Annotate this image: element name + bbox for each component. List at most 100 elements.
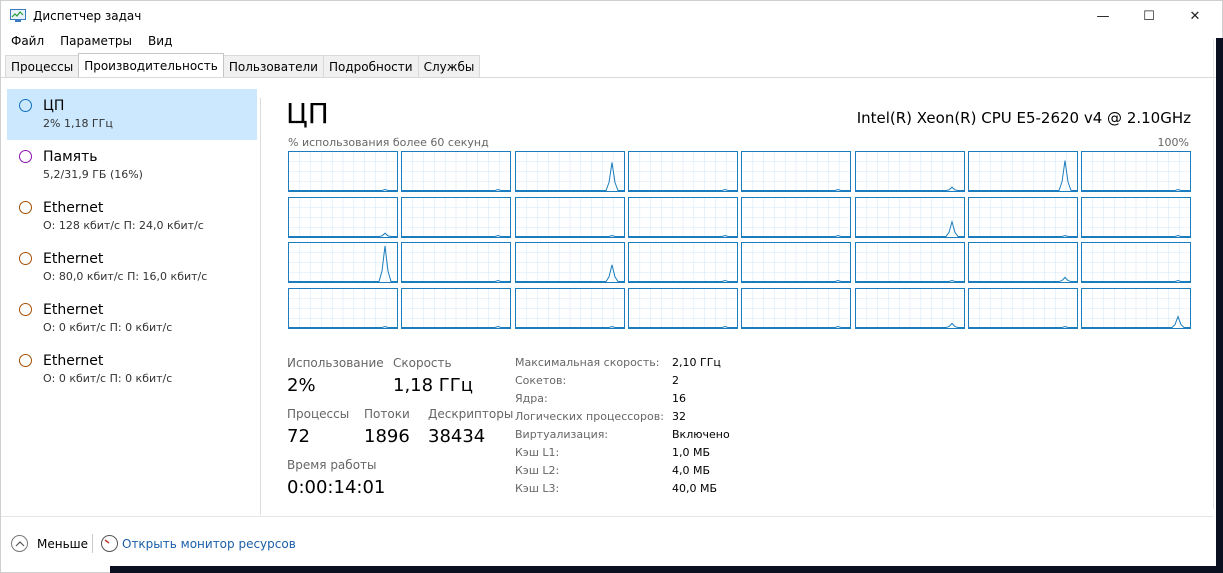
tab-users[interactable]: Пользователи	[222, 55, 324, 77]
spec-value: 1,0 МБ	[672, 446, 711, 459]
sidebar-item-detail: О: 80,0 кбит/с П: 16,0 кбит/с	[43, 270, 208, 283]
logical-processor-graph	[288, 288, 398, 330]
sidebar-item-cpu[interactable]: ЦП 2% 1,18 ГГц	[7, 89, 257, 140]
speed-label: Скорость	[393, 356, 452, 370]
tab-performance[interactable]: Производительность	[78, 53, 224, 77]
resource-monitor-icon[interactable]	[101, 535, 118, 552]
footer-separator	[92, 534, 93, 553]
logical-processor-graph	[1081, 151, 1192, 192]
spec-value: 2	[672, 374, 679, 387]
desktop-background	[1216, 38, 1223, 573]
spec-label: Максимальная скорость:	[515, 356, 660, 369]
ethernet-indicator-icon	[19, 354, 32, 367]
logical-processor-graph	[401, 196, 512, 238]
cpu-indicator-icon	[19, 99, 32, 112]
tab-strip: Процессы Производительность Пользователи…	[5, 53, 481, 77]
logical-processor-graph	[1081, 288, 1192, 330]
sidebar-item-ethernet-3[interactable]: Ethernet О: 0 кбит/с П: 0 кбит/с	[7, 293, 257, 344]
ethernet-indicator-icon	[19, 252, 32, 265]
tab-services[interactable]: Службы	[417, 55, 481, 77]
maximize-button[interactable]: ☐	[1126, 1, 1172, 32]
spec-value: 2,10 ГГц	[672, 356, 721, 369]
sidebar-item-detail: О: 128 кбит/с П: 24,0 кбит/с	[43, 219, 204, 232]
logical-processor-graph	[401, 151, 512, 192]
uptime-value: 0:00:14:01	[287, 477, 386, 498]
logical-processor-graph	[741, 242, 852, 284]
spec-label: Кэш L2:	[515, 464, 560, 477]
sidebar-item-ethernet-1[interactable]: Ethernet О: 128 кбит/с П: 24,0 кбит/с	[7, 191, 257, 242]
title-bar[interactable]: Диспетчер задач — ☐ ✕	[1, 1, 1222, 32]
spec-label: Ядра:	[515, 392, 548, 405]
logical-processor-graph	[854, 242, 965, 284]
open-resource-monitor-link[interactable]: Открыть монитор ресурсов	[122, 537, 296, 551]
tab-processes[interactable]: Процессы	[5, 55, 80, 77]
window-title: Диспетчер задач	[33, 9, 142, 23]
task-manager-icon	[10, 9, 26, 22]
ethernet-indicator-icon	[19, 303, 32, 316]
logical-processor-graph	[514, 288, 625, 330]
spec-value: 32	[672, 410, 686, 423]
logical-processor-graph	[627, 242, 738, 284]
tab-details[interactable]: Подробности	[322, 55, 419, 77]
sidebar-item-name: Ethernet	[43, 200, 104, 216]
logical-processor-graphs	[288, 151, 1192, 330]
sidebar-item-detail: 5,2/31,9 ГБ (16%)	[43, 168, 143, 181]
usage-value: 2%	[287, 375, 316, 396]
logical-processor-graph	[967, 242, 1078, 284]
logical-processor-graph	[854, 196, 965, 238]
logical-processor-graph	[514, 196, 625, 238]
sidebar-item-name: Ethernet	[43, 251, 104, 267]
sidebar-item-name: Ethernet	[43, 302, 104, 318]
logical-processor-graph	[1081, 242, 1192, 284]
desktop-background	[110, 566, 1223, 573]
menu-bar: Файл Параметры Вид	[1, 32, 177, 52]
sidebar-item-ethernet-2[interactable]: Ethernet О: 80,0 кбит/с П: 16,0 кбит/с	[7, 242, 257, 293]
minimize-button[interactable]: —	[1080, 1, 1126, 32]
logical-processor-graph	[741, 151, 852, 192]
logical-processor-graph	[967, 288, 1078, 330]
spec-label: Логических процессоров:	[515, 410, 664, 423]
chevron-up-icon	[15, 540, 24, 546]
menu-view[interactable]: Вид	[137, 32, 177, 52]
threads-label: Потоки	[364, 407, 410, 421]
sidebar-item-name: ЦП	[43, 98, 65, 114]
logical-processor-graph	[854, 288, 965, 330]
sidebar-item-memory[interactable]: Память 5,2/31,9 ГБ (16%)	[7, 140, 257, 191]
footer-divider	[1, 516, 1213, 517]
spec-label: Кэш L3:	[515, 482, 560, 495]
sidebar-item-ethernet-4[interactable]: Ethernet О: 0 кбит/с П: 0 кбит/с	[7, 344, 257, 395]
usage-label: Использование	[287, 356, 384, 370]
handles-label: Дескрипторы	[428, 407, 514, 421]
logical-processor-graph	[514, 242, 625, 284]
resource-sidebar: ЦП 2% 1,18 ГГц Память 5,2/31,9 ГБ (16%) …	[1, 88, 259, 508]
memory-indicator-icon	[19, 150, 32, 163]
panel-divider[interactable]	[260, 98, 261, 515]
fewer-details-label[interactable]: Меньше	[37, 537, 88, 551]
logical-processor-graph	[288, 242, 398, 284]
logical-processor-graph	[741, 288, 852, 330]
logical-processor-graph	[967, 151, 1078, 192]
sidebar-item-name: Ethernet	[43, 353, 104, 369]
graph-caption: % использования более 60 секунд	[288, 136, 489, 149]
close-button[interactable]: ✕	[1172, 1, 1218, 32]
logical-processor-graph	[627, 196, 738, 238]
fewer-details-button[interactable]	[11, 535, 28, 552]
spec-label: Кэш L1:	[515, 446, 560, 459]
uptime-label: Время работы	[287, 458, 377, 472]
menu-file[interactable]: Файл	[1, 32, 49, 52]
processes-label: Процессы	[287, 407, 350, 421]
processes-value: 72	[287, 426, 310, 447]
logical-processor-graph	[1081, 196, 1192, 238]
handles-value: 38434	[428, 426, 486, 447]
threads-value: 1896	[364, 426, 410, 447]
logical-processor-graph	[967, 196, 1078, 238]
logical-processor-graph	[401, 288, 512, 330]
cpu-model-name: Intel(R) Xeon(R) CPU E5-2620 v4 @ 2.10GH…	[856, 109, 1191, 127]
tab-strip-border	[1, 77, 1222, 78]
spec-value: Включено	[672, 428, 730, 441]
menu-options[interactable]: Параметры	[49, 32, 137, 52]
logical-processor-graph	[288, 196, 398, 238]
sidebar-item-detail: 2% 1,18 ГГц	[43, 117, 113, 130]
logical-processor-graph	[627, 151, 738, 192]
graph-max-label: 100%	[1157, 136, 1189, 149]
